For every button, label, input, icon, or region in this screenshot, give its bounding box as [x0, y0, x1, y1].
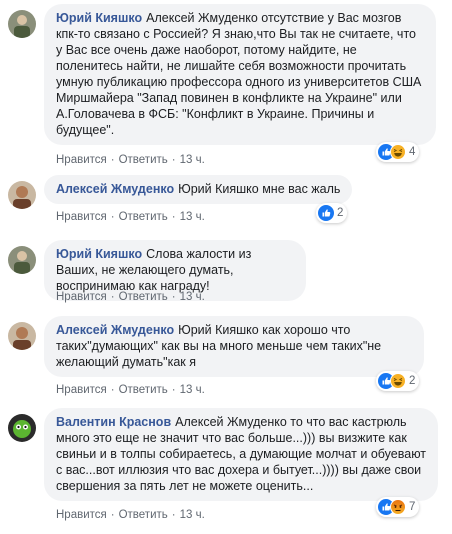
- reply-button[interactable]: Ответить: [119, 211, 168, 223]
- reply-button[interactable]: Ответить: [119, 509, 168, 521]
- like-button[interactable]: Нравится: [56, 384, 107, 396]
- comment-text: Юрий Кияшко мне вас жаль: [178, 182, 341, 196]
- reactions-summary[interactable]: 7: [376, 497, 420, 517]
- like-button[interactable]: Нравится: [56, 211, 107, 223]
- comment-bubble: Алексей Жмуденко Юрий Кияшко мне вас жаль: [44, 175, 353, 204]
- comment-timestamp[interactable]: 13 ч.: [180, 211, 205, 223]
- reactions-summary[interactable]: 2: [316, 203, 348, 223]
- comment-author[interactable]: Юрий Кияшко: [56, 11, 142, 25]
- comment-author[interactable]: Валентин Краснов: [56, 415, 171, 429]
- haha-icon: [390, 373, 406, 389]
- comment-author[interactable]: Алексей Жмуденко: [56, 323, 174, 337]
- reaction-count: 4: [409, 146, 416, 158]
- avatar[interactable]: [8, 246, 36, 274]
- comment-actions: Нравится · Ответить · 13 ч.: [56, 509, 205, 521]
- angry-icon: [390, 499, 406, 515]
- like-icon: [318, 205, 334, 221]
- comment-text: Алексей Жмуденко отсутствие у Вас мозгов…: [56, 11, 422, 137]
- comment-timestamp[interactable]: 13 ч.: [180, 509, 205, 521]
- reactions-summary[interactable]: 2: [376, 371, 420, 391]
- avatar[interactable]: [8, 414, 36, 442]
- comment-bubble: Валентин Краснов Алексей Жмуденко то что …: [44, 408, 438, 501]
- comment-author[interactable]: Алексей Жмуденко: [56, 182, 174, 196]
- avatar[interactable]: [8, 10, 36, 38]
- reaction-count: 2: [337, 207, 344, 219]
- comment-timestamp[interactable]: 13 ч.: [180, 291, 205, 303]
- reply-button[interactable]: Ответить: [119, 384, 168, 396]
- reaction-count: 2: [409, 375, 416, 387]
- reply-button[interactable]: Ответить: [119, 291, 168, 303]
- comment-actions: Нравится · Ответить · 13 ч.: [56, 211, 205, 223]
- like-button[interactable]: Нравится: [56, 509, 107, 521]
- comment-bubble: Юрий Кияшко Алексей Жмуденко отсутствие у…: [44, 4, 436, 145]
- comment-timestamp[interactable]: 13 ч.: [180, 154, 205, 166]
- comment-actions: Нравится · Ответить · 13 ч.: [56, 154, 205, 166]
- like-button[interactable]: Нравится: [56, 291, 107, 303]
- comment-bubble: Алексей Жмуденко Юрий Кияшко как хорошо ч…: [44, 316, 424, 377]
- comment-author[interactable]: Юрий Кияшко: [56, 247, 142, 261]
- reply-button[interactable]: Ответить: [119, 154, 168, 166]
- haha-icon: [390, 144, 406, 160]
- reaction-count: 7: [409, 501, 416, 513]
- comment-timestamp[interactable]: 13 ч.: [180, 384, 205, 396]
- comment-actions: Нравится · Ответить · 13 ч.: [56, 384, 205, 396]
- reactions-summary[interactable]: 4: [376, 142, 420, 162]
- comment-actions: Нравится · Ответить · 13 ч.: [56, 291, 205, 303]
- like-button[interactable]: Нравится: [56, 154, 107, 166]
- avatar[interactable]: [8, 181, 36, 209]
- avatar[interactable]: [8, 322, 36, 350]
